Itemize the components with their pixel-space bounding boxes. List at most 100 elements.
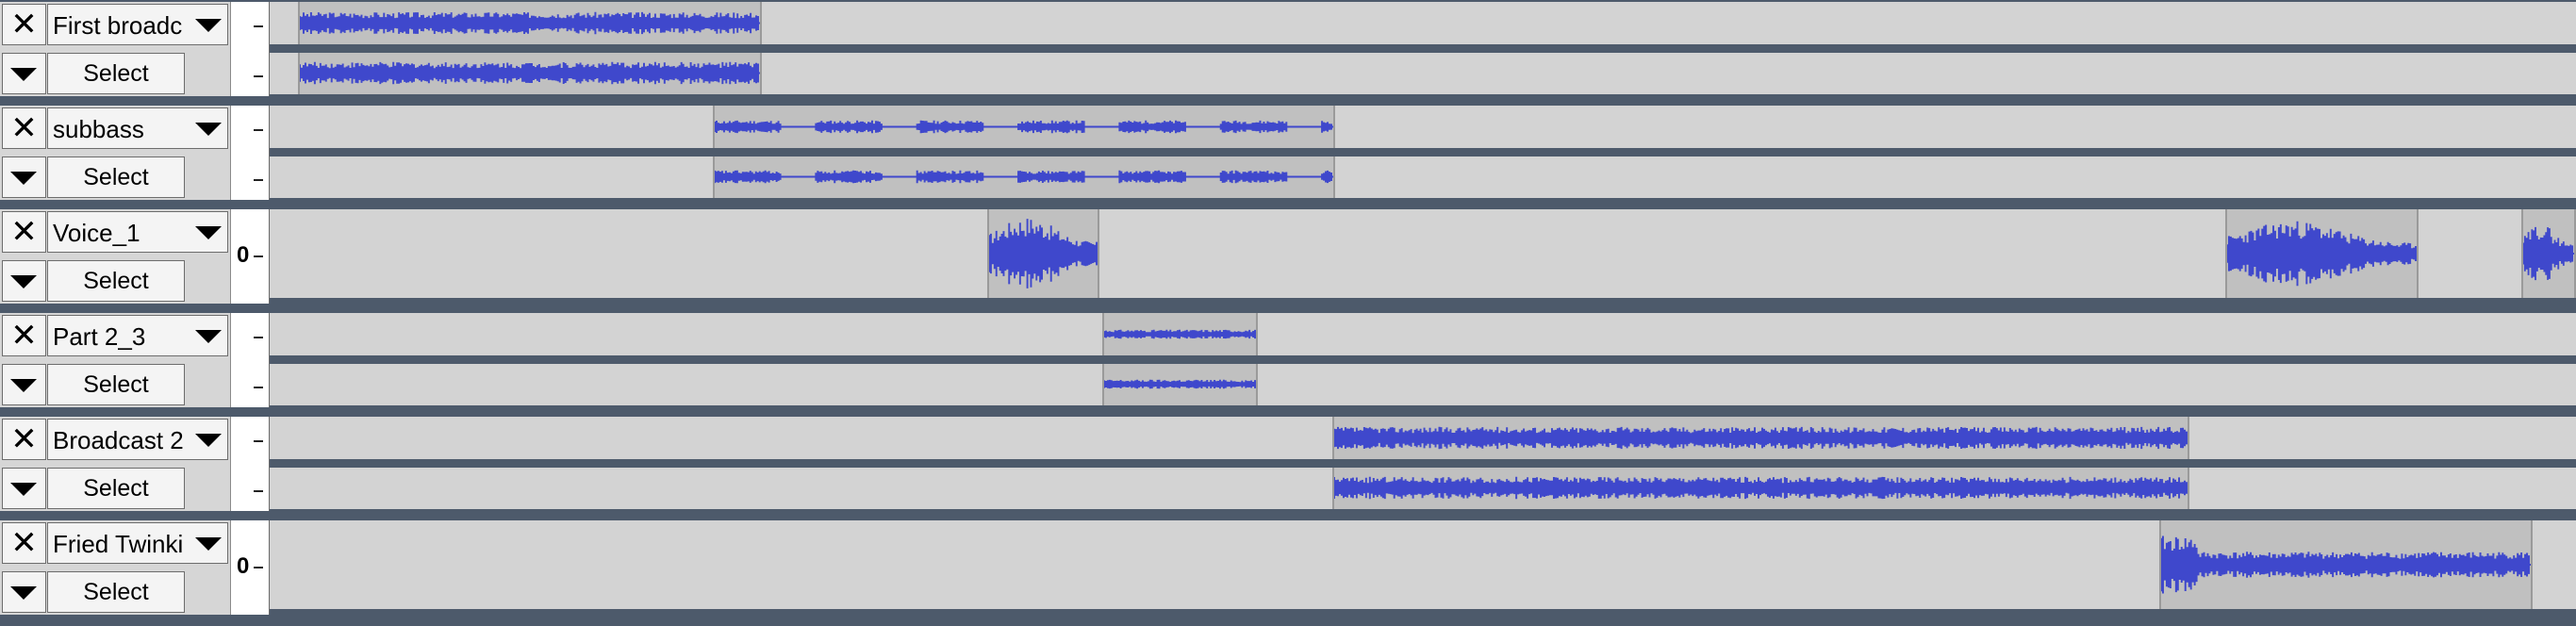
chevron-down-icon [10, 68, 37, 81]
collapse-track-button[interactable] [2, 364, 46, 405]
channel-lane[interactable] [270, 520, 2576, 609]
channel-separator [270, 459, 2576, 468]
track-name-menu-button[interactable]: Fried Twinki [47, 522, 228, 564]
dropdown-arrow-icon [195, 434, 222, 447]
vertical-ruler: 0 [231, 209, 270, 304]
waveform-display [715, 170, 1333, 184]
select-button[interactable]: Select [47, 364, 185, 405]
channel-lane[interactable] [270, 467, 2576, 509]
select-button[interactable]: Select [47, 156, 185, 198]
track-control-panel: ✕ First broadc Select [0, 2, 231, 96]
dropdown-arrow-icon [195, 19, 222, 32]
collapse-track-button[interactable] [2, 260, 46, 302]
select-button[interactable]: Select [47, 468, 185, 509]
ruler-tick [254, 74, 263, 77]
audio-clip[interactable] [298, 2, 762, 44]
channel-separator [270, 355, 2576, 364]
dropdown-arrow-icon [195, 537, 222, 551]
collapse-track-button[interactable] [2, 53, 46, 94]
track-name: Part 2_3 [53, 322, 146, 351]
dropdown-arrow-icon [195, 123, 222, 136]
audio-clip[interactable] [713, 106, 1335, 148]
close-track-button[interactable]: ✕ [2, 419, 46, 460]
select-button[interactable]: Select [47, 260, 185, 302]
collapse-track-button[interactable] [2, 571, 46, 613]
track: ✕ Fried Twinki Select 0 [0, 519, 2576, 622]
waveform-display [989, 219, 1098, 288]
audio-clip[interactable] [2225, 209, 2419, 298]
audio-clip[interactable] [298, 52, 762, 94]
vertical-ruler: 0 [231, 520, 270, 615]
vertical-ruler [231, 313, 270, 407]
track-control-panel: ✕ Broadcast 2 Select [0, 417, 231, 511]
track-control-panel: ✕ Part 2_3 Select [0, 313, 231, 407]
ruler-tick [254, 25, 263, 27]
waveform-display [2523, 226, 2574, 281]
track-name-menu-button[interactable]: First broadc [47, 4, 228, 45]
ruler-tick [254, 439, 263, 442]
track: ✕ First broadc Select [0, 0, 2576, 104]
channel-lane[interactable] [270, 313, 2576, 355]
dropdown-arrow-icon [195, 330, 222, 343]
ruler-zero-label: 0 [237, 242, 250, 268]
chevron-down-icon [10, 275, 37, 288]
channel-lane[interactable] [270, 52, 2576, 94]
waveform-display [1104, 329, 1256, 339]
channel-lane[interactable] [270, 156, 2576, 198]
channel-lane[interactable] [270, 209, 2576, 298]
channel-lane[interactable] [270, 363, 2576, 405]
track-name: subbass [53, 115, 144, 143]
chevron-down-icon [10, 483, 37, 496]
audio-clip[interactable] [1102, 313, 1258, 355]
collapse-track-button[interactable] [2, 156, 46, 198]
audio-clip[interactable] [987, 209, 1099, 298]
track-name-menu-button[interactable]: Part 2_3 [47, 315, 228, 356]
waveform-display [1334, 476, 2188, 500]
audio-clip[interactable] [2521, 209, 2576, 298]
track-name-menu-button[interactable]: Voice_1 [47, 211, 228, 253]
select-button[interactable]: Select [47, 53, 185, 94]
channel-separator [270, 148, 2576, 156]
audio-clip[interactable] [1332, 467, 2189, 509]
audio-clip[interactable] [713, 156, 1335, 198]
close-track-button[interactable]: ✕ [2, 315, 46, 356]
waveform-display [300, 61, 760, 85]
track: ✕ subbass Select [0, 104, 2576, 207]
track-name: Voice_1 [53, 219, 140, 247]
ruler-tick [254, 255, 263, 257]
chevron-down-icon [10, 586, 37, 600]
audio-clip[interactable] [1332, 417, 2189, 459]
audio-clip[interactable] [1102, 363, 1258, 405]
track-name-menu-button[interactable]: subbass [47, 107, 228, 149]
ruler-tick [254, 567, 263, 568]
track-name-menu-button[interactable]: Broadcast 2 [47, 419, 228, 460]
collapse-track-button[interactable] [2, 468, 46, 509]
track-control-panel: ✕ subbass Select [0, 106, 231, 200]
chevron-down-icon [10, 172, 37, 185]
audio-clip[interactable] [2159, 520, 2533, 609]
vertical-ruler [231, 417, 270, 511]
select-button[interactable]: Select [47, 571, 185, 613]
channel-lane[interactable] [270, 106, 2576, 148]
channel-lane[interactable] [270, 2, 2576, 44]
waveform-display [2161, 535, 2531, 594]
vertical-ruler [231, 2, 270, 96]
channel-separator [270, 44, 2576, 53]
ruler-tick [254, 128, 263, 131]
waveform-display [2227, 221, 2417, 287]
close-track-button[interactable]: ✕ [2, 522, 46, 564]
waveform-display [715, 120, 1333, 134]
ruler-tick [254, 178, 263, 181]
waveform-display [300, 11, 760, 35]
chevron-down-icon [10, 379, 37, 392]
ruler-tick [254, 336, 263, 338]
ruler-tick [254, 386, 263, 388]
track-control-panel: ✕ Voice_1 Select [0, 209, 231, 304]
track-control-panel: ✕ Fried Twinki Select [0, 520, 231, 615]
track-name: First broadc [53, 11, 183, 40]
close-track-button[interactable]: ✕ [2, 211, 46, 253]
channel-lane[interactable] [270, 417, 2576, 459]
close-track-button[interactable]: ✕ [2, 4, 46, 45]
ruler-zero-label: 0 [237, 553, 250, 579]
close-track-button[interactable]: ✕ [2, 107, 46, 149]
